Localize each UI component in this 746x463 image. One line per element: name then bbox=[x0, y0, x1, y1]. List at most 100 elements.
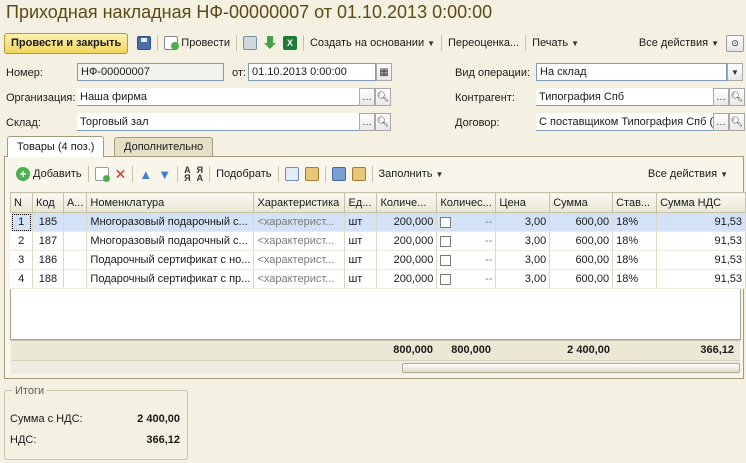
cell-price[interactable]: 3,00 bbox=[495, 269, 551, 289]
column-header[interactable]: Цена bbox=[495, 192, 551, 213]
column-header[interactable]: Сумма НДС bbox=[656, 192, 746, 213]
copy-rows-button[interactable] bbox=[329, 164, 349, 184]
cell-quantity-2[interactable]: -- bbox=[436, 269, 497, 289]
copy-button[interactable] bbox=[282, 164, 302, 184]
contract-select-button[interactable]: … bbox=[713, 113, 729, 131]
cell-sum[interactable]: 600,00 bbox=[549, 269, 614, 289]
tab-additional[interactable]: Дополнительно bbox=[114, 137, 214, 156]
counterparty-open-button[interactable]: 🔍︎ bbox=[729, 88, 745, 106]
cell-char[interactable]: <характерист... bbox=[253, 231, 346, 251]
cell-name[interactable]: Подарочный сертификат с но... bbox=[86, 250, 255, 270]
cell-quantity-2[interactable]: -- bbox=[436, 231, 497, 251]
column-header[interactable]: N bbox=[10, 192, 33, 213]
cell-vat[interactable]: 91,53 bbox=[656, 269, 746, 289]
cell-unit[interactable]: шт bbox=[344, 250, 378, 270]
cell-code[interactable]: 188 bbox=[32, 269, 64, 289]
cell-price[interactable]: 3,00 bbox=[495, 231, 551, 251]
cell-rate[interactable]: 18% bbox=[612, 231, 658, 251]
delete-row-button[interactable]: ✕ bbox=[112, 164, 130, 184]
cell-char[interactable]: <характерист... bbox=[253, 212, 346, 232]
cell-n[interactable]: 1 bbox=[10, 212, 33, 232]
table-row[interactable]: 4 188 Подарочный сертификат с пр... <характ… bbox=[10, 269, 746, 289]
cell-qty[interactable]: 200,000 bbox=[376, 250, 438, 270]
cell-vat[interactable]: 91,53 bbox=[656, 250, 746, 270]
cell-unit[interactable]: шт bbox=[344, 231, 378, 251]
excel-export-button[interactable]: X bbox=[280, 33, 300, 53]
operation-type-dropdown-button[interactable]: ▼ bbox=[727, 63, 743, 81]
contract-open-button[interactable]: 🔍︎ bbox=[729, 113, 745, 131]
column-header[interactable]: Номенклатура bbox=[86, 192, 255, 213]
cell-rate[interactable]: 18% bbox=[612, 212, 658, 232]
post-button[interactable]: Провести bbox=[161, 33, 233, 53]
cell-qty[interactable]: 200,000 bbox=[376, 231, 438, 251]
all-actions-menu[interactable]: Все действия ▼ bbox=[636, 33, 722, 53]
sort-ascending-button[interactable]: АЯ bbox=[181, 164, 194, 184]
cell-flag[interactable] bbox=[63, 250, 88, 270]
column-header[interactable]: Код bbox=[31, 192, 64, 213]
cell-n[interactable]: 2 bbox=[10, 231, 33, 251]
cell-qty[interactable]: 200,000 bbox=[376, 269, 438, 289]
cell-price[interactable]: 3,00 bbox=[495, 212, 551, 232]
cell-code[interactable]: 187 bbox=[32, 231, 64, 251]
operation-type-field[interactable]: На склад bbox=[536, 63, 727, 81]
more-options-button[interactable]: ⊙ bbox=[726, 35, 744, 52]
contract-field[interactable]: С поставщиком Типография Спб ( bbox=[536, 113, 713, 131]
cell-vat[interactable]: 91,53 bbox=[656, 212, 746, 232]
document-journal-button[interactable] bbox=[240, 33, 260, 53]
add-row-button[interactable]: + Добавить bbox=[13, 164, 85, 184]
cell-vat[interactable]: 91,53 bbox=[656, 231, 746, 251]
cell-code[interactable]: 186 bbox=[32, 250, 64, 270]
table-all-actions-menu[interactable]: Все действия ▼ bbox=[645, 164, 731, 184]
number-field[interactable]: НФ-00000007 bbox=[77, 63, 224, 81]
cell-price[interactable]: 3,00 bbox=[495, 250, 551, 270]
column-header[interactable]: Сумма bbox=[549, 192, 614, 213]
cell-sum[interactable]: 600,00 bbox=[549, 231, 614, 251]
pick-items-button[interactable]: Подобрать bbox=[213, 164, 274, 184]
cell-name[interactable]: Многоразовый подарочный с... bbox=[86, 231, 255, 251]
organization-open-button[interactable]: 🔍︎ bbox=[375, 88, 391, 106]
warehouse-open-button[interactable]: 🔍︎ bbox=[375, 113, 391, 131]
cell-n[interactable]: 4 bbox=[10, 269, 33, 289]
post-and-close-button[interactable]: Провести и закрыть bbox=[4, 32, 129, 54]
cell-flag[interactable] bbox=[63, 269, 88, 289]
cell-quantity-2[interactable]: -- bbox=[436, 250, 497, 270]
revaluation-button[interactable]: Переоценка... bbox=[445, 33, 522, 53]
column-header[interactable]: Количес... bbox=[436, 192, 497, 213]
move-down-button[interactable]: ▼ bbox=[155, 164, 174, 184]
save-button[interactable] bbox=[134, 33, 154, 53]
column-header[interactable]: Ед... bbox=[344, 192, 378, 213]
cell-qty[interactable]: 200,000 bbox=[376, 212, 438, 232]
cell-code[interactable]: 185 bbox=[32, 212, 64, 232]
checkbox[interactable] bbox=[440, 235, 452, 247]
move-up-button[interactable]: ▲ bbox=[136, 164, 155, 184]
cell-rate[interactable]: 18% bbox=[612, 250, 658, 270]
table-row[interactable]: 2 187 Многоразовый подарочный с... <характе… bbox=[10, 231, 746, 251]
cell-flag[interactable] bbox=[63, 212, 88, 232]
column-header[interactable]: Характеристика bbox=[253, 192, 346, 213]
cell-sum[interactable]: 600,00 bbox=[549, 212, 614, 232]
table-row[interactable]: 1 185 Многоразовый подарочный с... <характе… bbox=[10, 212, 746, 232]
date-field[interactable]: 01.10.2013 0:00:00 bbox=[248, 63, 376, 81]
checkbox[interactable] bbox=[440, 216, 452, 228]
calendar-button[interactable]: ▦ bbox=[376, 63, 392, 81]
sort-descending-button[interactable]: ЯА bbox=[194, 164, 207, 184]
warehouse-field[interactable]: Торговый зал bbox=[77, 113, 359, 131]
checkbox[interactable] bbox=[440, 254, 452, 266]
column-header[interactable]: Став... bbox=[612, 192, 658, 213]
table-row[interactable]: 3 186 Подарочный сертификат с но... <характ… bbox=[10, 250, 746, 270]
checkbox[interactable] bbox=[440, 273, 452, 285]
counterparty-select-button[interactable]: … bbox=[713, 88, 729, 106]
paste-button[interactable] bbox=[302, 164, 322, 184]
cell-unit[interactable]: шт bbox=[344, 212, 378, 232]
column-header[interactable]: А... bbox=[62, 192, 88, 213]
warehouse-select-button[interactable]: … bbox=[359, 113, 375, 131]
cell-n[interactable]: 3 bbox=[10, 250, 33, 270]
fill-menu[interactable]: Заполнить ▼ bbox=[376, 164, 447, 184]
create-on-basis-menu[interactable]: Создать на основании ▼ bbox=[307, 33, 438, 53]
organization-select-button[interactable]: … bbox=[359, 88, 375, 106]
cell-name[interactable]: Подарочный сертификат с пр... bbox=[86, 269, 255, 289]
scrollbar-thumb[interactable] bbox=[402, 363, 740, 373]
cell-unit[interactable]: шт bbox=[344, 269, 378, 289]
print-menu[interactable]: Печать ▼ bbox=[529, 33, 582, 53]
organization-field[interactable]: Наша фирма bbox=[77, 88, 359, 106]
